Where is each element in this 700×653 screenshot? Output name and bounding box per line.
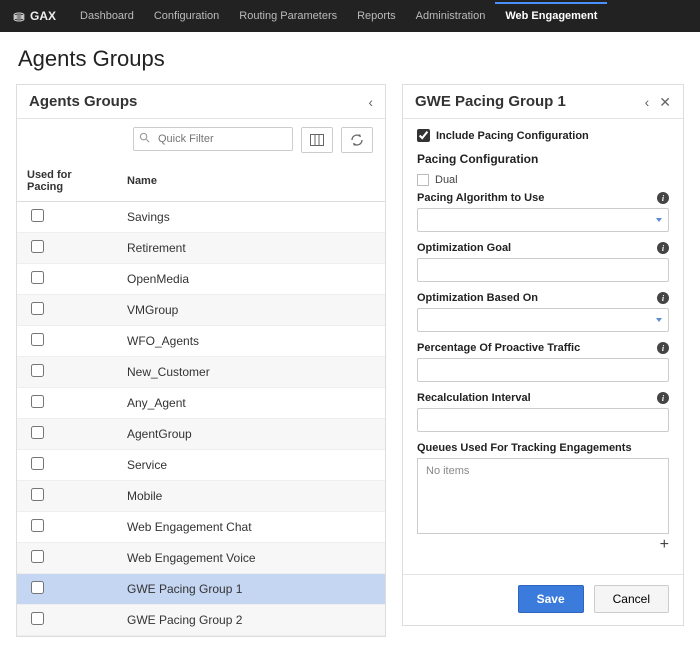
dual-checkbox[interactable] bbox=[417, 174, 429, 186]
table-row[interactable]: OpenMedia bbox=[17, 264, 385, 295]
columns-button[interactable] bbox=[301, 127, 333, 153]
goal-input[interactable] bbox=[417, 258, 669, 282]
based-on-label: Optimization Based On bbox=[417, 292, 538, 304]
row-checkbox[interactable] bbox=[31, 209, 44, 222]
row-name: VMGroup bbox=[117, 295, 385, 326]
info-icon[interactable]: i bbox=[657, 192, 669, 204]
brand-text: GAX bbox=[30, 9, 56, 23]
columns-icon bbox=[310, 134, 324, 146]
table-row[interactable]: WFO_Agents bbox=[17, 326, 385, 357]
row-checkbox[interactable] bbox=[31, 457, 44, 470]
queues-label: Queues Used For Tracking Engagements bbox=[417, 442, 632, 454]
nav-reports[interactable]: Reports bbox=[347, 2, 406, 30]
row-name: OpenMedia bbox=[117, 264, 385, 295]
row-checkbox[interactable] bbox=[31, 395, 44, 408]
row-name: Service bbox=[117, 450, 385, 481]
table-row[interactable]: Any_Agent bbox=[17, 388, 385, 419]
table-body: SavingsRetirementOpenMediaVMGroupWFO_Age… bbox=[17, 202, 385, 636]
algorithm-select[interactable] bbox=[417, 208, 669, 232]
table-row[interactable]: GWE Pacing Group 1 bbox=[17, 574, 385, 605]
table-row[interactable]: Retirement bbox=[17, 233, 385, 264]
cancel-button[interactable]: Cancel bbox=[594, 585, 669, 613]
nav-web-engagement[interactable]: Web Engagement bbox=[495, 2, 607, 30]
left-panel-title: Agents Groups bbox=[29, 93, 137, 110]
percentage-label: Percentage Of Proactive Traffic bbox=[417, 342, 580, 354]
row-name: AgentGroup bbox=[117, 419, 385, 450]
queues-box[interactable]: No items bbox=[417, 458, 669, 534]
save-button[interactable]: Save bbox=[518, 585, 584, 613]
table-row[interactable]: Mobile bbox=[17, 481, 385, 512]
right-panel-title: GWE Pacing Group 1 bbox=[415, 93, 566, 110]
table-row[interactable]: Web Engagement Chat bbox=[17, 512, 385, 543]
agents-groups-table: Used for Pacing Name SavingsRetirementOp… bbox=[17, 161, 385, 636]
nav-links: DashboardConfigurationRouting Parameters… bbox=[70, 2, 607, 30]
row-checkbox[interactable] bbox=[31, 333, 44, 346]
close-icon[interactable]: ✕ bbox=[659, 95, 671, 109]
pacing-config-heading: Pacing Configuration bbox=[417, 152, 669, 166]
page-title: Agents Groups bbox=[0, 32, 700, 84]
row-name: Retirement bbox=[117, 233, 385, 264]
recalc-input[interactable] bbox=[417, 408, 669, 432]
row-checkbox[interactable] bbox=[31, 550, 44, 563]
row-name: Web Engagement Chat bbox=[117, 512, 385, 543]
row-name: Savings bbox=[117, 202, 385, 233]
row-checkbox[interactable] bbox=[31, 519, 44, 532]
nav-routing-parameters[interactable]: Routing Parameters bbox=[229, 2, 347, 30]
goal-label: Optimization Goal bbox=[417, 242, 511, 254]
row-name: WFO_Agents bbox=[117, 326, 385, 357]
row-checkbox[interactable] bbox=[31, 240, 44, 253]
row-name: Any_Agent bbox=[117, 388, 385, 419]
topnav: GAX DashboardConfigurationRouting Parame… bbox=[0, 0, 700, 32]
col-name[interactable]: Name bbox=[117, 161, 385, 202]
refresh-icon bbox=[350, 133, 364, 147]
table-row[interactable]: AgentGroup bbox=[17, 419, 385, 450]
pacing-group-panel: GWE Pacing Group 1 ‹ ✕ Include Pacing Co… bbox=[402, 84, 684, 626]
row-name: Mobile bbox=[117, 481, 385, 512]
nav-configuration[interactable]: Configuration bbox=[144, 2, 229, 30]
info-icon[interactable]: i bbox=[657, 392, 669, 404]
row-name: New_Customer bbox=[117, 357, 385, 388]
table-row[interactable]: GWE Pacing Group 2 bbox=[17, 605, 385, 636]
row-checkbox[interactable] bbox=[31, 581, 44, 594]
table-row[interactable]: Service bbox=[17, 450, 385, 481]
add-queue-button[interactable]: + bbox=[417, 534, 669, 558]
percentage-input[interactable] bbox=[417, 358, 669, 382]
brand: GAX bbox=[12, 9, 56, 24]
based-on-select[interactable] bbox=[417, 308, 669, 332]
row-name: GWE Pacing Group 1 bbox=[117, 574, 385, 605]
queues-empty-text: No items bbox=[426, 465, 469, 477]
nav-administration[interactable]: Administration bbox=[406, 2, 496, 30]
agents-groups-panel: Agents Groups ‹ Used for Pacing bbox=[16, 84, 386, 637]
brand-icon bbox=[12, 10, 26, 24]
include-pacing-checkbox[interactable] bbox=[417, 129, 430, 142]
row-name: GWE Pacing Group 2 bbox=[117, 605, 385, 636]
algorithm-label: Pacing Algorithm to Use bbox=[417, 192, 544, 204]
table-row[interactable]: New_Customer bbox=[17, 357, 385, 388]
nav-dashboard[interactable]: Dashboard bbox=[70, 2, 144, 30]
include-pacing-label: Include Pacing Configuration bbox=[436, 130, 589, 142]
row-name: Web Engagement Voice bbox=[117, 543, 385, 574]
row-checkbox[interactable] bbox=[31, 364, 44, 377]
col-used-for-pacing[interactable]: Used for Pacing bbox=[17, 161, 117, 202]
row-checkbox[interactable] bbox=[31, 488, 44, 501]
info-icon[interactable]: i bbox=[657, 292, 669, 304]
row-checkbox[interactable] bbox=[31, 426, 44, 439]
recalc-label: Recalculation Interval bbox=[417, 392, 531, 404]
search-icon bbox=[139, 132, 150, 146]
collapse-right-icon[interactable]: ‹ bbox=[645, 95, 650, 109]
table-row[interactable]: Web Engagement Voice bbox=[17, 543, 385, 574]
info-icon[interactable]: i bbox=[657, 342, 669, 354]
refresh-button[interactable] bbox=[341, 127, 373, 153]
info-icon[interactable]: i bbox=[657, 242, 669, 254]
collapse-left-icon[interactable]: ‹ bbox=[368, 95, 373, 109]
dual-label: Dual bbox=[435, 174, 458, 186]
search-input[interactable] bbox=[133, 127, 293, 151]
table-row[interactable]: Savings bbox=[17, 202, 385, 233]
row-checkbox[interactable] bbox=[31, 271, 44, 284]
row-checkbox[interactable] bbox=[31, 302, 44, 315]
table-row[interactable]: VMGroup bbox=[17, 295, 385, 326]
